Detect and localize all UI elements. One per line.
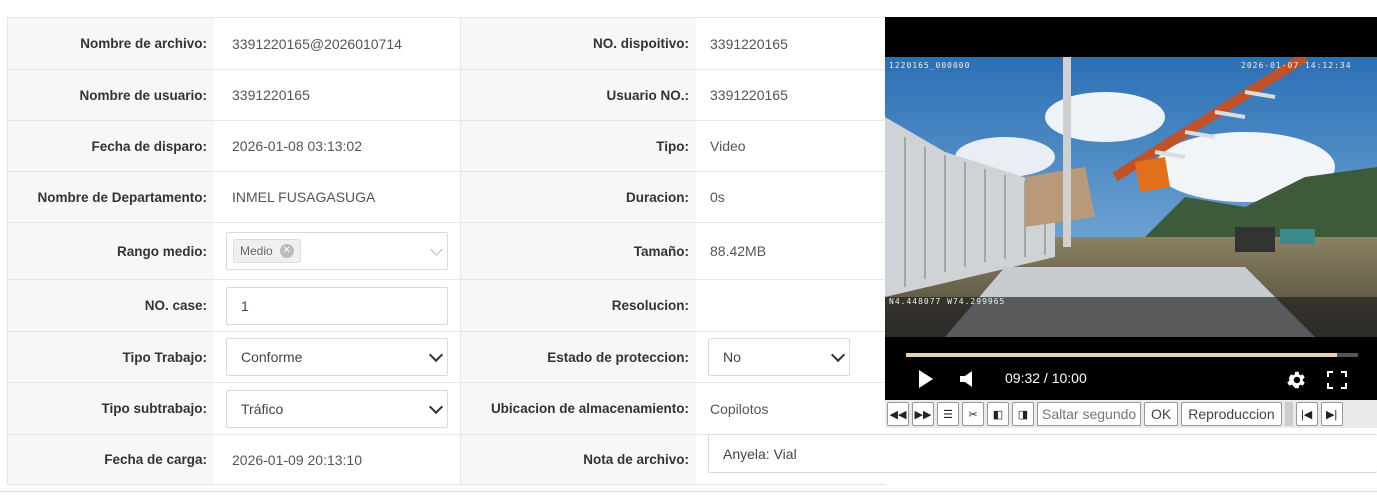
rewind-icon[interactable]: ◀◀ bbox=[887, 402, 909, 426]
range-tag-label: Medio bbox=[240, 244, 273, 258]
play-icon[interactable] bbox=[918, 370, 934, 388]
file-details-table: Nombre de archivo: 3391220165@2026010714… bbox=[7, 17, 886, 485]
range-label: Rango medio: bbox=[8, 223, 214, 279]
scissors-icon[interactable]: ✂ bbox=[962, 402, 984, 426]
filename-label: Nombre de archivo: bbox=[8, 18, 214, 69]
chevron-down-icon bbox=[428, 399, 444, 414]
table-row: Nombre de usuario: 3391220165 Usuario NO… bbox=[8, 70, 886, 121]
subwork-type-selected: Tráfico bbox=[241, 400, 284, 417]
range-tag: Medio ✕ bbox=[233, 239, 301, 263]
tag-remove-icon[interactable]: ✕ bbox=[279, 244, 294, 258]
prev-frame-icon[interactable]: ◧ bbox=[987, 402, 1009, 426]
volume-icon[interactable] bbox=[960, 371, 974, 387]
work-type-select[interactable]: Conforme bbox=[226, 338, 448, 376]
osd-device: 1220165_000000 bbox=[889, 61, 971, 70]
video-player[interactable]: 1220165_000000 2026-01-07 14:12:34 N4.44… bbox=[885, 17, 1377, 400]
subwork-type-label: Tipo subtrabajo: bbox=[8, 383, 214, 434]
next-frame-icon[interactable]: ◨ bbox=[1012, 402, 1034, 426]
username-label: Nombre de usuario: bbox=[8, 70, 214, 120]
user-no-label: Usuario NO.: bbox=[460, 70, 696, 120]
table-row: NO. case: 1 Resolucion: bbox=[8, 280, 886, 332]
chevron-down-icon bbox=[430, 242, 443, 256]
department-value: INMEL FUSAGASUGA bbox=[232, 189, 376, 205]
ok-button[interactable]: OK bbox=[1144, 402, 1179, 426]
size-value: 88.42MB bbox=[710, 243, 767, 259]
table-row: Fecha de disparo: 2026-01-08 03:13:02 Ti… bbox=[8, 121, 886, 172]
time-display: 09:32 / 10:00 bbox=[1005, 370, 1087, 386]
chevron-down-icon bbox=[830, 347, 846, 363]
progress-fill bbox=[906, 353, 1337, 357]
trigger-date-value: 2026-01-08 03:13:02 bbox=[232, 138, 362, 154]
resolution-label: Resolucion: bbox=[460, 280, 696, 331]
chevron-down-icon bbox=[428, 347, 444, 363]
gear-icon[interactable] bbox=[1285, 369, 1307, 391]
upload-date-value: 2026-01-09 20:13:10 bbox=[232, 451, 362, 468]
size-label: Tamaño: bbox=[460, 223, 696, 279]
user-no-value: 3391220165 bbox=[710, 87, 788, 103]
device-no-value: 3391220165 bbox=[710, 35, 788, 52]
case-no-label: NO. case: bbox=[8, 280, 214, 331]
device-no-label: NO. dispoitivo: bbox=[460, 18, 696, 69]
resolution-value bbox=[696, 280, 886, 331]
protection-label: Estado de proteccion: bbox=[460, 332, 696, 382]
seek-seconds-input[interactable] bbox=[1037, 402, 1141, 426]
trigger-date-label: Fecha de disparo: bbox=[8, 121, 214, 171]
table-row: Tipo Trabajo: Conforme Estado de protecc… bbox=[8, 332, 886, 383]
osd-gps: N4.448077 W74.299965 bbox=[889, 297, 1006, 306]
type-value: Video bbox=[710, 138, 746, 154]
playback-button[interactable]: Reproduccion bbox=[1181, 402, 1282, 426]
upload-date-label: Fecha de carga: bbox=[8, 435, 214, 484]
case-no-input[interactable]: 1 bbox=[226, 286, 448, 325]
video-progress-bar[interactable] bbox=[906, 353, 1358, 357]
type-label: Tipo: bbox=[460, 121, 696, 171]
duration-value: 0s bbox=[710, 189, 725, 205]
table-row: Rango medio: Medio ✕ Tamaño: 88.42MB bbox=[8, 223, 886, 280]
work-type-selected: Conforme bbox=[241, 349, 303, 365]
subwork-type-select[interactable]: Tráfico bbox=[226, 389, 448, 428]
list-icon[interactable]: ☰ bbox=[937, 402, 959, 426]
video-frame bbox=[885, 57, 1377, 337]
protection-selected: No bbox=[723, 349, 741, 365]
filename-value: 3391220165@2026010714 bbox=[232, 35, 402, 52]
last-frame-icon[interactable]: ▶| bbox=[1320, 402, 1343, 426]
table-row: Tipo subtrabajo: Tráfico Ubicacion de al… bbox=[8, 383, 886, 435]
fast-forward-icon[interactable]: ▶▶ bbox=[912, 402, 934, 426]
range-multiselect[interactable]: Medio ✕ bbox=[226, 232, 448, 270]
first-frame-icon[interactable]: |◀ bbox=[1295, 402, 1318, 426]
table-row: Nombre de Departamento: INMEL FUSAGASUGA… bbox=[8, 172, 886, 223]
storage-value: Copilotos bbox=[710, 400, 769, 417]
divider bbox=[0, 491, 1377, 492]
duration-label: Duracion: bbox=[460, 172, 696, 222]
fullscreen-icon[interactable] bbox=[1327, 371, 1347, 389]
osd-timestamp: 2026-01-07 14:12:34 bbox=[1241, 61, 1352, 70]
file-note-label: Nota de archivo: bbox=[460, 435, 696, 484]
file-note-input[interactable]: Anyela: Vial bbox=[708, 434, 1377, 473]
username-value: 3391220165 bbox=[232, 87, 310, 103]
table-row: Nombre de archivo: 3391220165@2026010714… bbox=[8, 18, 886, 70]
storage-label: Ubicacion de almacenamiento: bbox=[460, 383, 696, 434]
toolbar-separator bbox=[1284, 402, 1293, 426]
work-type-label: Tipo Trabajo: bbox=[8, 332, 214, 382]
protection-select[interactable]: No bbox=[708, 338, 850, 376]
department-label: Nombre de Departamento: bbox=[8, 172, 214, 222]
playback-toolbar: ◀◀ ▶▶ ☰ ✂ ◧ ◨ OK Reproduccion |◀ ▶| bbox=[885, 400, 1377, 428]
